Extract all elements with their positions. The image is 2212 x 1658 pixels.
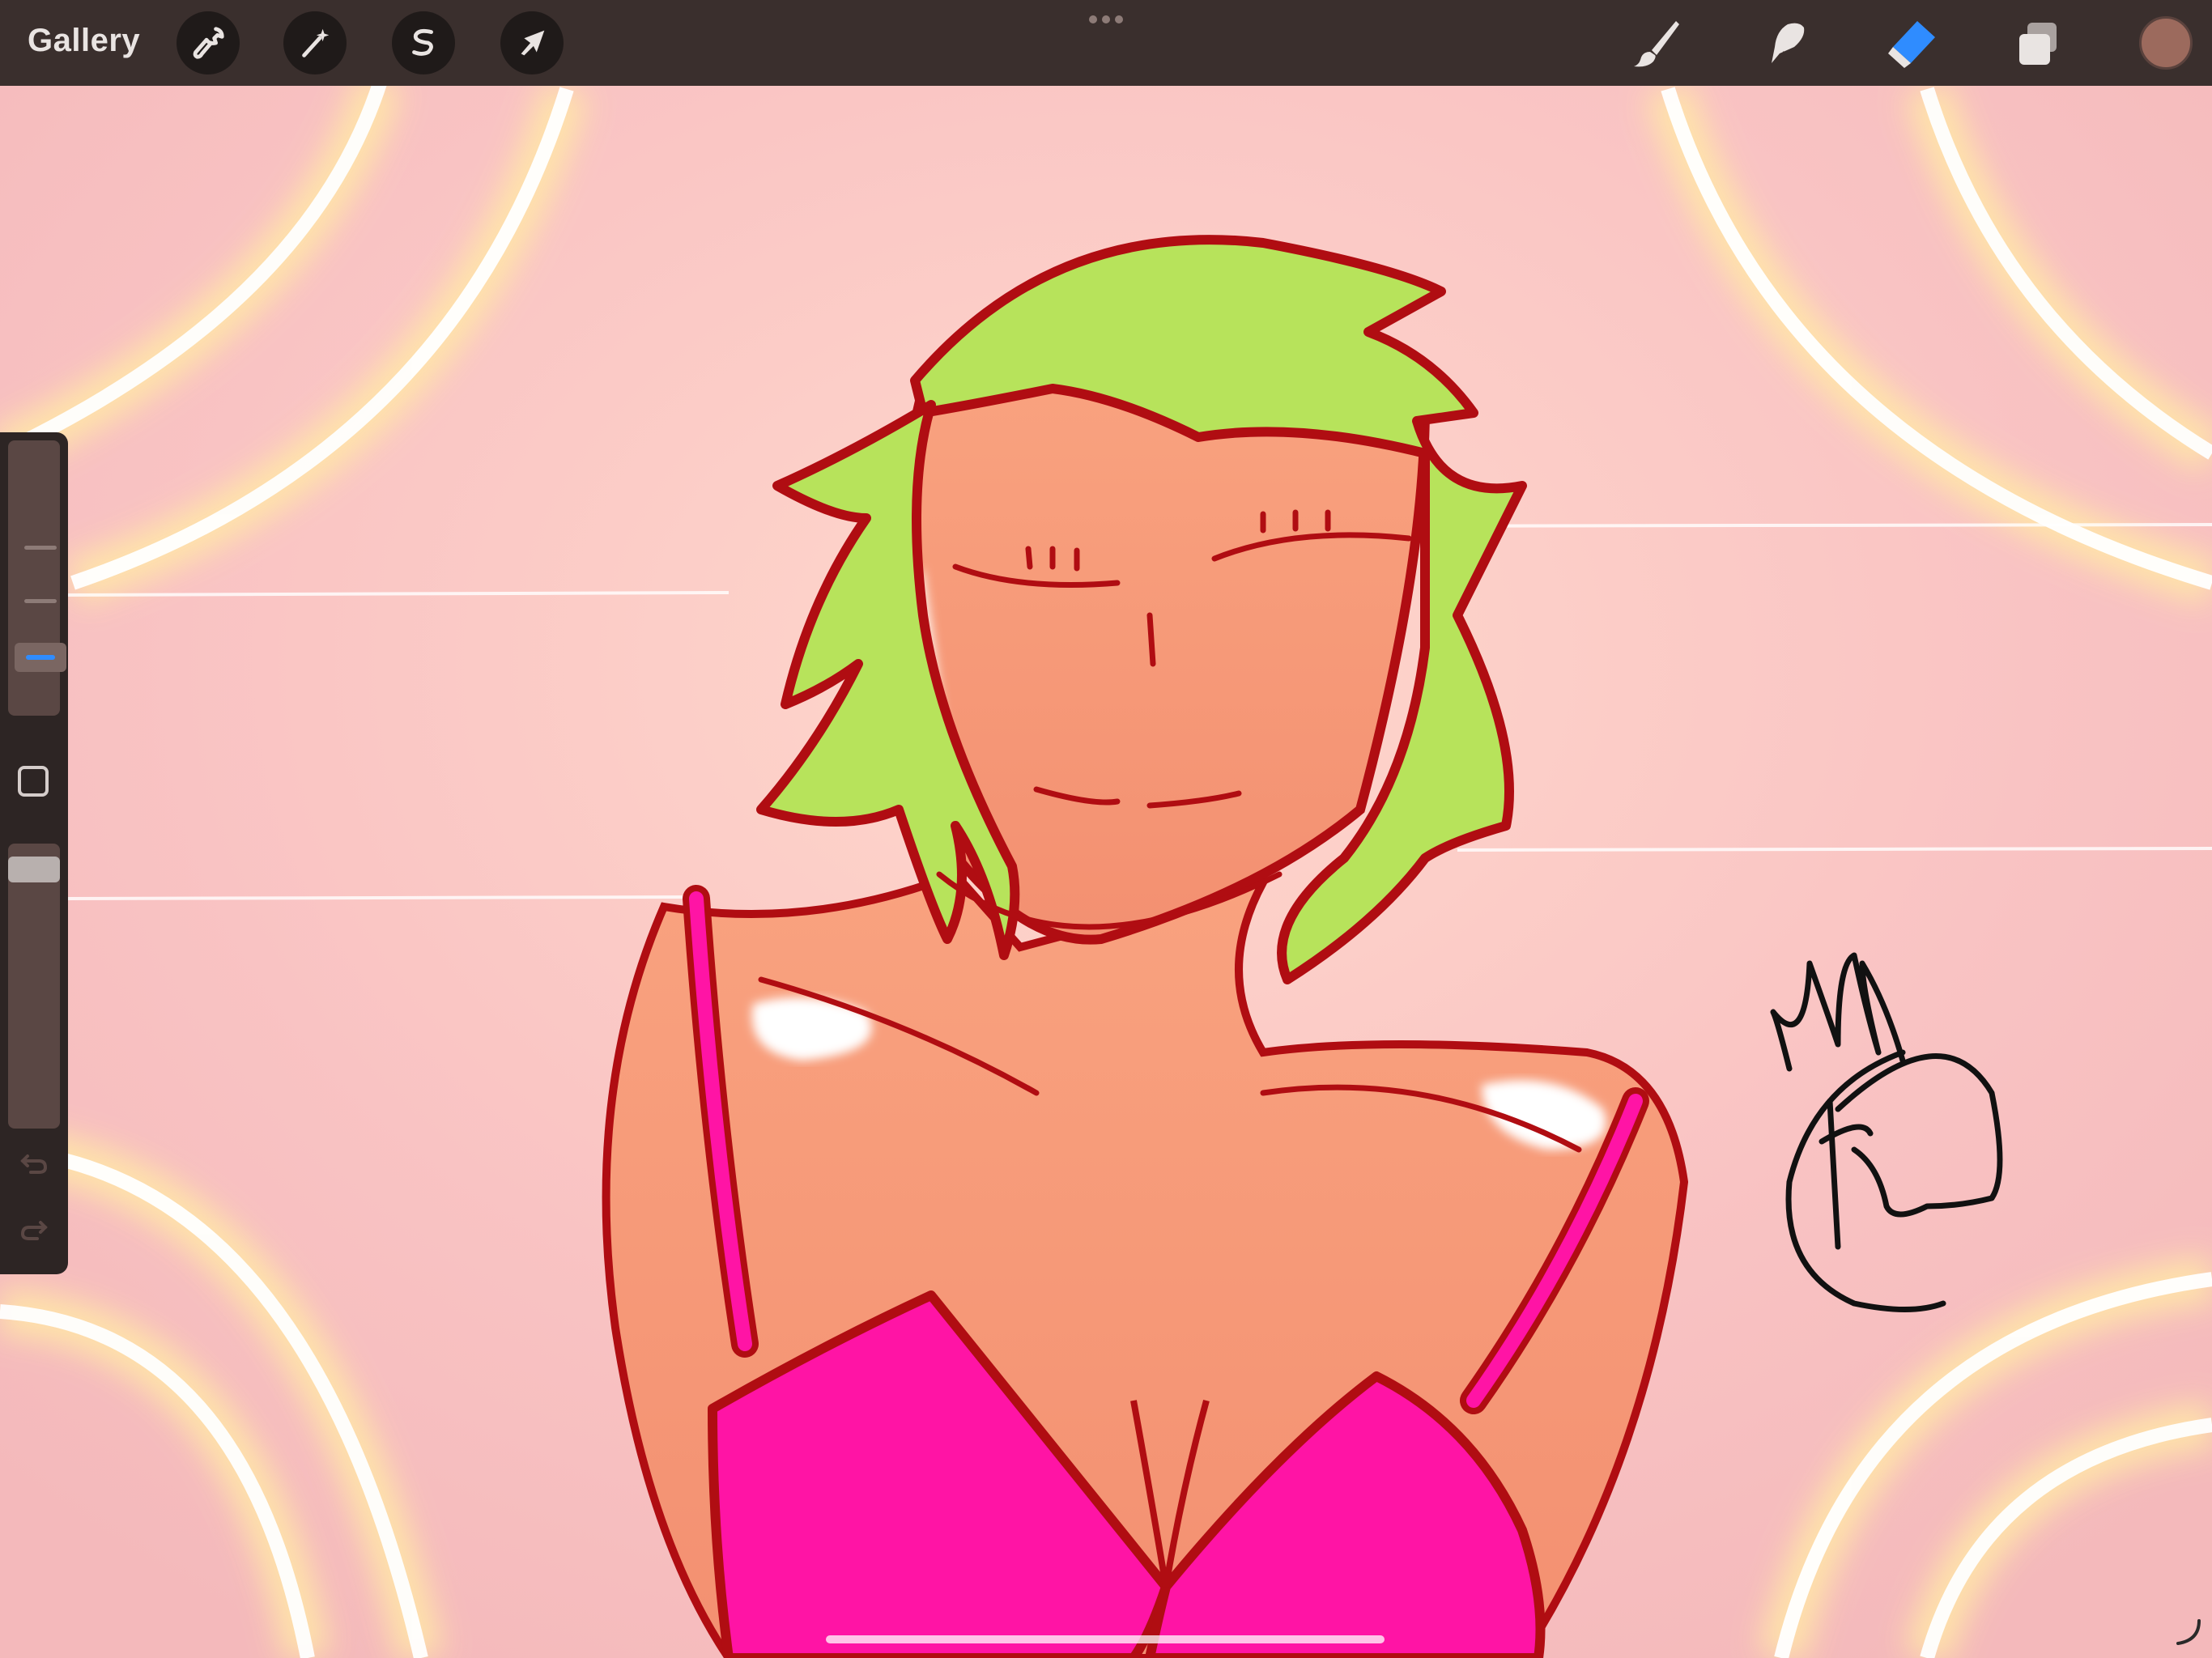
magic-wand-icon	[302, 28, 330, 57]
drawing-canvas[interactable]	[0, 0, 2212, 1658]
gallery-button[interactable]: Gallery	[28, 23, 140, 59]
redo-icon	[20, 1221, 48, 1240]
home-indicator[interactable]	[826, 1635, 1385, 1643]
square-modify-icon[interactable]	[18, 766, 49, 797]
brush-icon	[1634, 21, 1679, 67]
brush-opacity-slider[interactable]	[8, 844, 60, 1129]
smudge-icon	[1772, 23, 1805, 63]
undo-button[interactable]	[16, 1145, 52, 1180]
color-picker-button[interactable]	[2139, 16, 2193, 70]
undo-icon	[20, 1154, 48, 1174]
brush-tool-button[interactable]	[1627, 15, 1686, 73]
left-sidebar	[0, 432, 68, 1274]
actions-button[interactable]	[177, 11, 240, 74]
brush-size-thumb[interactable]	[15, 643, 66, 672]
quickmenu-corner-icon[interactable]	[2172, 1616, 2204, 1648]
layers-icon	[2019, 23, 2057, 65]
redo-button[interactable]	[16, 1211, 52, 1247]
size-thumb-indicator	[26, 655, 55, 660]
arrow-cursor-icon	[521, 30, 545, 56]
more-dots-icon[interactable]	[1088, 15, 1124, 24]
eraser-icon	[1888, 21, 1935, 68]
smudge-tool-button[interactable]	[1755, 15, 1814, 73]
selection-button[interactable]	[392, 11, 455, 74]
transform-button[interactable]	[500, 11, 564, 74]
slider-tick	[24, 546, 57, 550]
top-toolbar: Gallery	[0, 0, 2212, 86]
eraser-tool-button[interactable]	[1882, 15, 1940, 73]
wrench-icon	[193, 27, 224, 59]
layers-button[interactable]	[2010, 15, 2068, 73]
brush-opacity-thumb[interactable]	[8, 857, 60, 882]
adjustments-button[interactable]	[283, 11, 347, 74]
selection-s-icon	[412, 28, 433, 56]
brush-size-slider[interactable]	[8, 440, 66, 716]
slider-tick	[24, 599, 57, 603]
